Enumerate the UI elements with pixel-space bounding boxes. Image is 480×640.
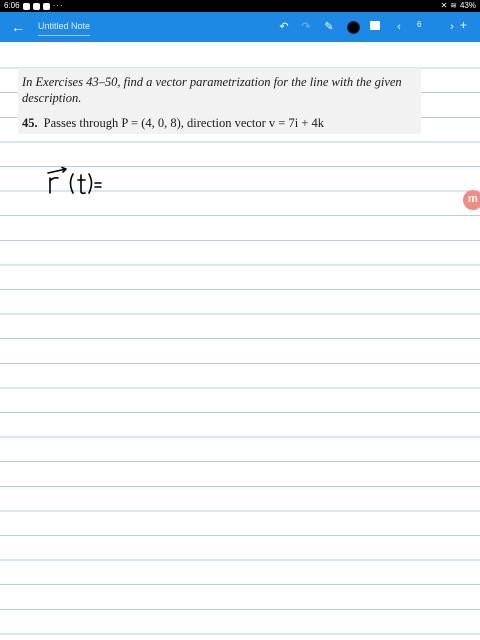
note-title[interactable]: Untitled Note	[38, 21, 90, 31]
problem-text: Passes through P = (4, 0, 8), direction …	[43, 116, 324, 130]
notification-icon	[32, 2, 40, 10]
status-bar: 6:06 ··· ✕ ≋ 43%	[0, 0, 480, 12]
battery-level: 43%	[459, 1, 476, 10]
chevron-right-icon[interactable]: ›	[444, 19, 460, 35]
chevron-left-icon[interactable]: ‹	[391, 19, 407, 35]
exercise-instructions: In Exercises 43–50, find a vector parame…	[22, 75, 402, 105]
page-number: 6	[417, 20, 422, 29]
title-underline	[38, 35, 90, 36]
back-arrow-icon[interactable]: ←	[10, 18, 26, 36]
handwritten-ink	[47, 166, 102, 195]
notification-icon	[42, 2, 50, 10]
pen-color-swatch[interactable]	[347, 21, 360, 34]
image-icon[interactable]	[370, 21, 380, 30]
pen-icon[interactable]: ✎	[321, 19, 337, 35]
redo-icon[interactable]: ↷	[298, 19, 314, 35]
app-bar: ← Untitled Note ↶ ↷ ✎ ‹ ›	[0, 12, 480, 42]
add-page-icon[interactable]: +	[460, 18, 467, 32]
problem-number: 45.	[22, 116, 38, 130]
status-time: 6:06	[4, 1, 20, 10]
wifi-icon: ≋	[450, 1, 457, 10]
undo-icon[interactable]: ↶	[276, 19, 292, 35]
brand-logo-icon: m	[468, 193, 478, 205]
problem-statement: 45. Passes through P = (4, 0, 8), directi…	[22, 116, 324, 131]
mute-icon: ✕	[440, 1, 448, 10]
more-notifications-icon: ···	[52, 1, 64, 10]
notification-icon	[22, 2, 30, 10]
